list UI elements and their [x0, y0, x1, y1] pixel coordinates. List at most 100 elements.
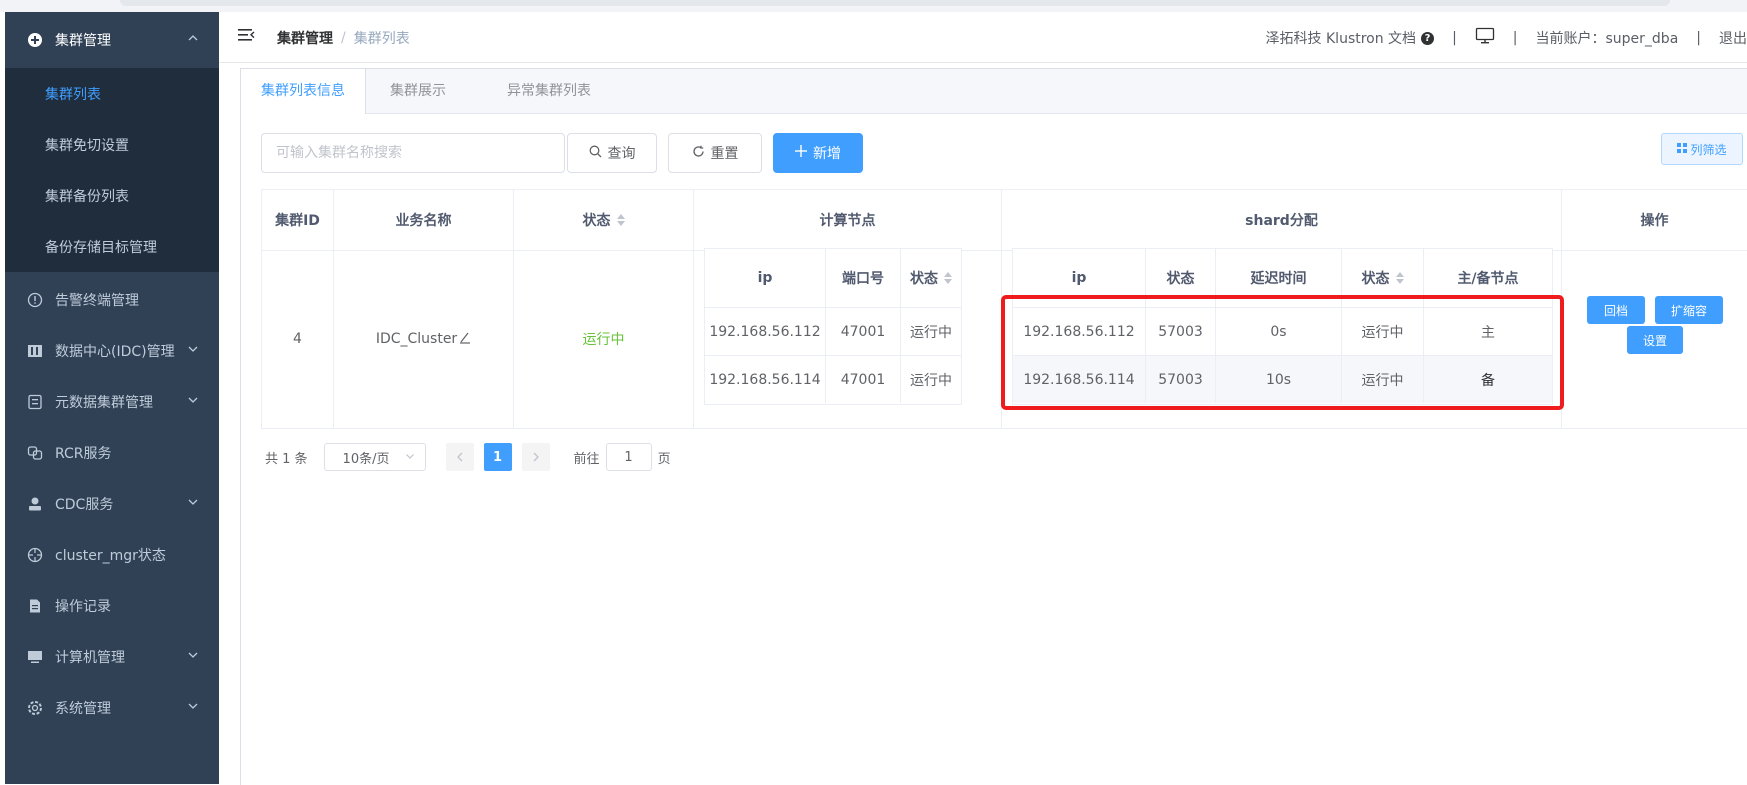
prev-page-button[interactable] — [445, 443, 474, 471]
sidebar-item-alarm-terminal[interactable]: 告警终端管理 — [5, 272, 219, 328]
add-button[interactable]: 新增 — [773, 133, 863, 173]
header-compute-nodes: 计算节点 — [694, 190, 1002, 250]
sort-icon[interactable] — [616, 214, 625, 226]
business-name-text: IDC_Cluster — [375, 331, 458, 347]
sidebar-item-system-management[interactable]: 系统管理 — [5, 680, 219, 736]
sidebar-item-meta-cluster[interactable]: 元数据集群管理 — [5, 374, 219, 430]
breadcrumb-parent[interactable]: 集群管理 — [277, 28, 333, 48]
sidebar-item-label: 集群管理 — [55, 33, 111, 49]
total-count: 共 1 条 — [265, 451, 308, 467]
sort-icon[interactable] — [1395, 272, 1404, 284]
chevron-down-icon — [187, 394, 199, 406]
goto-page-input[interactable]: 1 — [605, 443, 652, 471]
header-business-name: 业务名称 — [334, 190, 514, 250]
sidebar-item-cluster-management[interactable]: 集群管理 — [5, 12, 219, 68]
sidebar-subitem-backup-list[interactable]: 集群备份列表 — [5, 170, 219, 221]
chevron-down-icon — [405, 450, 415, 465]
grid-icon — [1677, 142, 1688, 156]
edit-icon[interactable] — [459, 331, 471, 348]
sidebar-item-operation-log[interactable]: 操作记录 — [5, 578, 219, 634]
search-input[interactable] — [261, 133, 565, 173]
query-button[interactable]: 查询 — [567, 133, 657, 173]
sidebar-item-cluster-mgr[interactable]: cluster_mgr状态 — [5, 527, 219, 583]
compute-cell-ip: 192.168.56.114 — [705, 355, 826, 403]
plus-icon — [795, 145, 807, 161]
gear-icon — [25, 698, 45, 718]
reset-label: 重置 — [710, 146, 739, 162]
compute-cell-status: 运行中 — [901, 355, 961, 403]
breadcrumb-current: 集群列表 — [353, 31, 410, 47]
goto-suffix: 页 — [657, 451, 671, 467]
cluster-submenu: 集群列表 集群免切设置 集群备份列表 备份存储目标管理 — [5, 68, 219, 272]
compute-header-status[interactable]: 状态 — [901, 249, 961, 307]
header-shard: shard分配 — [1002, 190, 1562, 250]
page-number-button[interactable]: 1 — [483, 443, 512, 471]
document-icon — [25, 596, 45, 616]
compute-cell-ip: 192.168.56.112 — [705, 307, 826, 355]
header-cluster-id: 集群ID — [262, 190, 334, 250]
tab-cluster-list-info[interactable]: 集群列表信息 — [241, 69, 366, 114]
cell-cluster-id: 4 — [262, 250, 334, 428]
pagination: 共 1 条 10条/页 1 前往 1 页 — [265, 442, 671, 472]
help-icon[interactable]: ? — [1421, 31, 1435, 45]
search-icon — [589, 145, 602, 162]
query-label: 查询 — [607, 146, 636, 162]
goto-prefix: 前往 — [573, 451, 600, 467]
browser-top-strip — [0, 0, 1747, 12]
column-filter-button[interactable]: 列筛选 — [1661, 133, 1743, 165]
refresh-icon — [692, 145, 705, 162]
logout-link[interactable]: 退出 — [1719, 28, 1747, 48]
scale-button[interactable]: 扩缩容 — [1655, 296, 1723, 324]
tab-abnormal-clusters[interactable]: 异常集群列表 — [487, 69, 611, 113]
screen-icon[interactable] — [1475, 27, 1495, 49]
sidebar-item-cdc[interactable]: CDC服务 — [5, 476, 219, 532]
compute-cell-port: 47001 — [826, 355, 901, 403]
crosshair-icon — [25, 545, 45, 565]
content-card: 集群列表信息 集群展示 异常集群列表 查询 重置 新增 列筛选 集群ID 业务名… — [240, 68, 1747, 785]
breadcrumb-separator: / — [341, 30, 346, 46]
divider: | — [1512, 30, 1518, 46]
sidebar-subitem-backup-storage[interactable]: 备份存储目标管理 — [5, 221, 219, 272]
sidebar-subitem-cluster-list[interactable]: 集群列表 — [5, 68, 219, 119]
compute-node-table: ip 端口号 状态 192.168.56.112 47001 运行中 192.1… — [704, 248, 962, 405]
rcr-icon — [25, 443, 45, 463]
compute-cell-status: 运行中 — [901, 307, 961, 355]
compute-cell-port: 47001 — [826, 307, 901, 355]
current-account: 当前账户：super_dba — [1535, 31, 1679, 47]
highlight-box — [1001, 295, 1564, 410]
next-page-button[interactable] — [521, 443, 550, 471]
compute-header-status-label: 状态 — [910, 271, 938, 287]
chevron-down-icon — [187, 700, 199, 712]
monitor-icon — [25, 647, 45, 667]
sidebar-item-idc[interactable]: 数据中心(IDC)管理 — [5, 323, 219, 379]
chevron-up-icon — [187, 32, 199, 44]
chevron-down-icon — [187, 496, 199, 508]
hamburger-icon[interactable] — [237, 26, 257, 46]
sidebar-item-label: RCR服务 — [55, 446, 112, 462]
navbar-right: 泽拓科技 Klustron 文档 ? | | 当前账户：super_dba | … — [1266, 27, 1747, 49]
sidebar: 集群管理 集群列表 集群免切设置 集群备份列表 备份存储目标管理 告警终端管理 … — [5, 12, 219, 784]
page-size-select[interactable]: 10条/页 — [323, 443, 426, 471]
alert-icon — [25, 290, 45, 310]
docs-link[interactable]: 泽拓科技 Klustron 文档 — [1266, 28, 1417, 48]
sidebar-subitem-failover-settings[interactable]: 集群免切设置 — [5, 119, 219, 170]
compute-header-port: 端口号 — [826, 249, 901, 307]
metadata-icon — [25, 392, 45, 412]
sidebar-item-label: 告警终端管理 — [55, 293, 139, 309]
cluster-icon — [25, 30, 45, 50]
rollback-button[interactable]: 回档 — [1587, 296, 1645, 324]
sort-icon[interactable] — [944, 272, 952, 284]
sidebar-item-computer-management[interactable]: 计算机管理 — [5, 629, 219, 685]
cell-business-name: IDC_Cluster — [334, 250, 514, 428]
reset-button[interactable]: 重置 — [668, 133, 762, 173]
divider: | — [1452, 30, 1457, 46]
header-status[interactable]: 状态 — [514, 190, 694, 250]
chevron-down-icon — [187, 343, 199, 355]
tabs-bar: 集群列表信息 集群展示 异常集群列表 — [241, 69, 1747, 114]
settings-button[interactable]: 设置 — [1627, 326, 1683, 354]
header-status-label: 状态 — [582, 213, 611, 229]
sidebar-item-rcr[interactable]: RCR服务 — [5, 425, 219, 481]
browser-address-bar-edge — [120, 0, 1670, 6]
tab-cluster-display[interactable]: 集群展示 — [370, 69, 466, 113]
sidebar-item-label: CDC服务 — [55, 497, 114, 513]
